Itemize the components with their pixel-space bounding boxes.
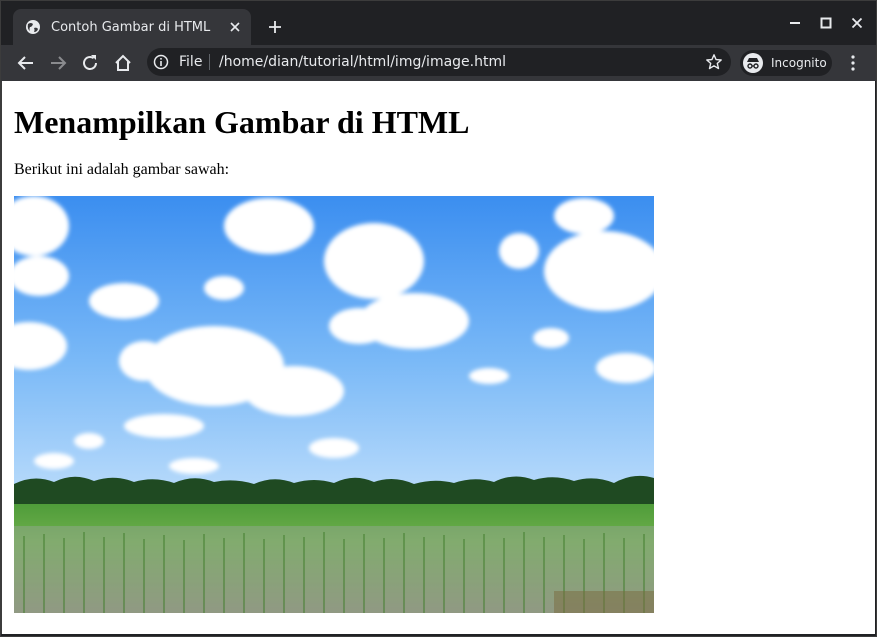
page-content: Menampilkan Gambar di HTML Berikut ini a… xyxy=(1,81,875,634)
tab-close-button[interactable] xyxy=(225,17,245,37)
arrow-right-icon xyxy=(51,56,67,70)
tab-active[interactable]: Contoh Gambar di HTML xyxy=(13,9,251,45)
reload-button[interactable] xyxy=(76,49,104,77)
star-icon[interactable] xyxy=(705,53,723,71)
close-icon xyxy=(851,17,863,29)
arrow-left-icon xyxy=(17,56,33,70)
close-icon xyxy=(230,22,240,32)
forward-button[interactable] xyxy=(44,49,72,77)
toolbar: File /home/dian/tutorial/html/img/image.… xyxy=(1,45,876,81)
tab-title: Contoh Gambar di HTML xyxy=(51,19,211,35)
incognito-label: Incognito xyxy=(771,56,827,70)
back-button[interactable] xyxy=(12,49,40,77)
new-tab-button[interactable] xyxy=(263,15,287,39)
kebab-menu-icon xyxy=(851,55,855,71)
minimize-button[interactable] xyxy=(780,11,810,35)
minimize-icon xyxy=(790,22,800,24)
browser-menu-button[interactable] xyxy=(841,51,865,75)
tab-strip: Contoh Gambar di HTML xyxy=(1,1,876,45)
page-heading: Menampilkan Gambar di HTML xyxy=(14,104,470,140)
omnibox-divider xyxy=(209,54,210,70)
page-paragraph: Berikut ini adalah gambar sawah: xyxy=(14,161,230,178)
incognito-icon xyxy=(743,53,763,73)
maximize-button[interactable] xyxy=(811,11,841,35)
home-icon xyxy=(115,54,131,71)
browser-window: Contoh Gambar di HTML File /home/dian/tu… xyxy=(0,0,877,637)
plus-icon xyxy=(269,21,281,33)
close-window-button[interactable] xyxy=(842,11,872,35)
home-button[interactable] xyxy=(109,49,137,77)
rice-field-image xyxy=(14,196,654,613)
url-text[interactable]: /home/dian/tutorial/html/img/image.html xyxy=(219,54,506,70)
maximize-icon xyxy=(820,17,832,29)
address-bar[interactable]: File /home/dian/tutorial/html/img/image.… xyxy=(147,48,731,76)
incognito-indicator[interactable]: Incognito xyxy=(740,50,832,76)
globe-icon xyxy=(26,20,40,34)
scheme-label: File xyxy=(179,54,203,70)
info-icon[interactable] xyxy=(153,54,169,70)
reload-icon xyxy=(83,55,97,70)
